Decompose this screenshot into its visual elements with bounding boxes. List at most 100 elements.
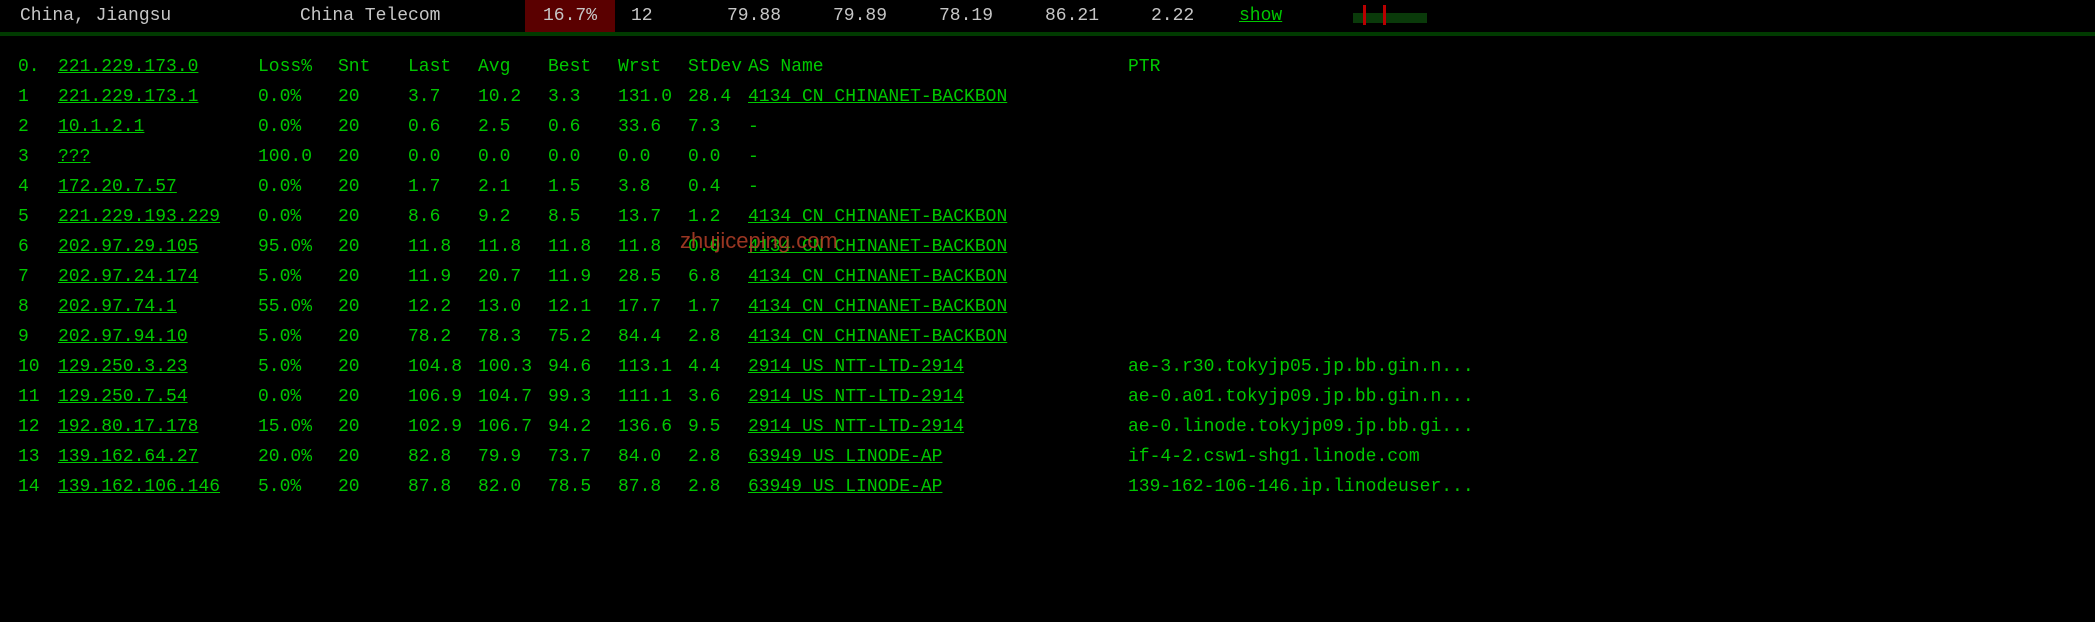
hop-ip[interactable]: 10.1.2.1 xyxy=(58,112,258,142)
hdr-snt: Snt xyxy=(338,52,408,82)
table-header: 0. 221.229.173.0 Loss% Snt Last Avg Best… xyxy=(18,52,2095,82)
hop-snt: 20 xyxy=(338,142,408,172)
hop-index: 13 xyxy=(18,442,58,472)
hop-stdev: 0.0 xyxy=(688,142,748,172)
hop-index: 2 xyxy=(18,112,58,142)
hop-index: 3 xyxy=(18,142,58,172)
hop-snt: 20 xyxy=(338,202,408,232)
summary-avg: 79.89 xyxy=(817,0,923,32)
hop-asname: 4134 CN CHINANET-BACKBON xyxy=(748,82,1128,112)
hop-stdev: 2.8 xyxy=(688,322,748,352)
hdr-ptr: PTR xyxy=(1128,52,2095,82)
hop-ptr: if-4-2.csw1-shg1.linode.com xyxy=(1128,442,2095,472)
hop-index: 7 xyxy=(18,262,58,292)
table-row: 8202.97.74.155.0%2012.213.012.117.71.741… xyxy=(18,292,2095,322)
hdr-asname: AS Name xyxy=(748,52,1128,82)
hop-loss: 5.0% xyxy=(258,262,338,292)
hop-index: 1 xyxy=(18,82,58,112)
hop-asname: - xyxy=(748,172,1128,202)
hop-stdev: 2.8 xyxy=(688,442,748,472)
hop-asname: 2914 US NTT-LTD-2914 xyxy=(748,352,1128,382)
hop-stdev: 6.8 xyxy=(688,262,748,292)
hop-stdev: 0.0 xyxy=(688,232,748,262)
hop-snt: 20 xyxy=(338,412,408,442)
hdr-avg: Avg xyxy=(478,52,548,82)
table-row: 210.1.2.10.0%200.62.50.633.67.3- xyxy=(18,112,2095,142)
hop-snt: 20 xyxy=(338,322,408,352)
hop-wrst: 84.4 xyxy=(618,322,688,352)
hop-wrst: 136.6 xyxy=(618,412,688,442)
hop-snt: 20 xyxy=(338,262,408,292)
hop-last: 12.2 xyxy=(408,292,478,322)
hop-best: 3.3 xyxy=(548,82,618,112)
hop-ip[interactable]: 221.229.173.1 xyxy=(58,82,258,112)
hop-wrst: 33.6 xyxy=(618,112,688,142)
hop-last: 104.8 xyxy=(408,352,478,382)
spark-bar xyxy=(1383,5,1386,25)
hop-ip[interactable]: 172.20.7.57 xyxy=(58,172,258,202)
hop-index: 11 xyxy=(18,382,58,412)
hop-ptr: ae-0.a01.tokyjp09.jp.bb.gin.n... xyxy=(1128,382,2095,412)
hop-last: 1.7 xyxy=(408,172,478,202)
hop-snt: 20 xyxy=(338,232,408,262)
hop-avg: 78.3 xyxy=(478,322,548,352)
hop-avg: 10.2 xyxy=(478,82,548,112)
hop-ptr xyxy=(1128,172,2095,202)
hop-ip[interactable]: 192.80.17.178 xyxy=(58,412,258,442)
summary-best: 78.19 xyxy=(923,0,1029,32)
hop-last: 87.8 xyxy=(408,472,478,502)
hop-best: 78.5 xyxy=(548,472,618,502)
hop-ptr xyxy=(1128,202,2095,232)
hop-asname: 4134 CN CHINANET-BACKBON xyxy=(748,202,1128,232)
show-link[interactable]: show xyxy=(1229,0,1349,32)
hop-asname: 2914 US NTT-LTD-2914 xyxy=(748,382,1128,412)
hop-asname: 4134 CN CHINANET-BACKBON xyxy=(748,322,1128,352)
hop-wrst: 11.8 xyxy=(618,232,688,262)
spark-bar xyxy=(1363,5,1366,25)
hop-index: 10 xyxy=(18,352,58,382)
hop-ip[interactable]: 129.250.7.54 xyxy=(58,382,258,412)
table-row: 4172.20.7.570.0%201.72.11.53.80.4- xyxy=(18,172,2095,202)
hop-wrst: 131.0 xyxy=(618,82,688,112)
summary-loss: 16.7% xyxy=(525,0,615,32)
hop-loss: 20.0% xyxy=(258,442,338,472)
hop-ip[interactable]: 202.97.94.10 xyxy=(58,322,258,352)
hop-avg: 79.9 xyxy=(478,442,548,472)
isp: China Telecom xyxy=(300,0,525,32)
hop-ptr xyxy=(1128,112,2095,142)
hop-snt: 20 xyxy=(338,82,408,112)
summary-stdev: 2.22 xyxy=(1135,0,1229,32)
hop-ptr xyxy=(1128,142,2095,172)
hop-ip[interactable]: 129.250.3.23 xyxy=(58,352,258,382)
hdr-last: Last xyxy=(408,52,478,82)
hop-stdev: 2.8 xyxy=(688,472,748,502)
hop-wrst: 111.1 xyxy=(618,382,688,412)
hop-last: 11.9 xyxy=(408,262,478,292)
hop-ip[interactable]: 202.97.74.1 xyxy=(58,292,258,322)
hop-ip[interactable]: ??? xyxy=(58,142,258,172)
hop-index: 5 xyxy=(18,202,58,232)
hop-loss: 0.0% xyxy=(258,172,338,202)
hop-loss: 5.0% xyxy=(258,322,338,352)
hop-index: 9 xyxy=(18,322,58,352)
hdr-wrst: Wrst xyxy=(618,52,688,82)
hop-ptr xyxy=(1128,262,2095,292)
hop-ptr: 139-162-106-146.ip.linodeuser... xyxy=(1128,472,2095,502)
hop-wrst: 28.5 xyxy=(618,262,688,292)
hop-snt: 20 xyxy=(338,292,408,322)
hop-wrst: 17.7 xyxy=(618,292,688,322)
table-row: 14139.162.106.1465.0%2087.882.078.587.82… xyxy=(18,472,2095,502)
summary-bar: China, Jiangsu China Telecom 16.7% 12 79… xyxy=(0,0,2095,36)
hop-loss: 95.0% xyxy=(258,232,338,262)
hop-ptr xyxy=(1128,322,2095,352)
hop-ip[interactable]: 139.162.106.146 xyxy=(58,472,258,502)
hop-ip[interactable]: 202.97.24.174 xyxy=(58,262,258,292)
summary-hops: 12 xyxy=(615,0,711,32)
hop-loss: 15.0% xyxy=(258,412,338,442)
hop-ip[interactable]: 221.229.193.229 xyxy=(58,202,258,232)
hop-ip[interactable]: 139.162.64.27 xyxy=(58,442,258,472)
hop-ptr xyxy=(1128,82,2095,112)
hop-best: 12.1 xyxy=(548,292,618,322)
hop-ip[interactable]: 202.97.29.105 xyxy=(58,232,258,262)
hop-last: 0.6 xyxy=(408,112,478,142)
